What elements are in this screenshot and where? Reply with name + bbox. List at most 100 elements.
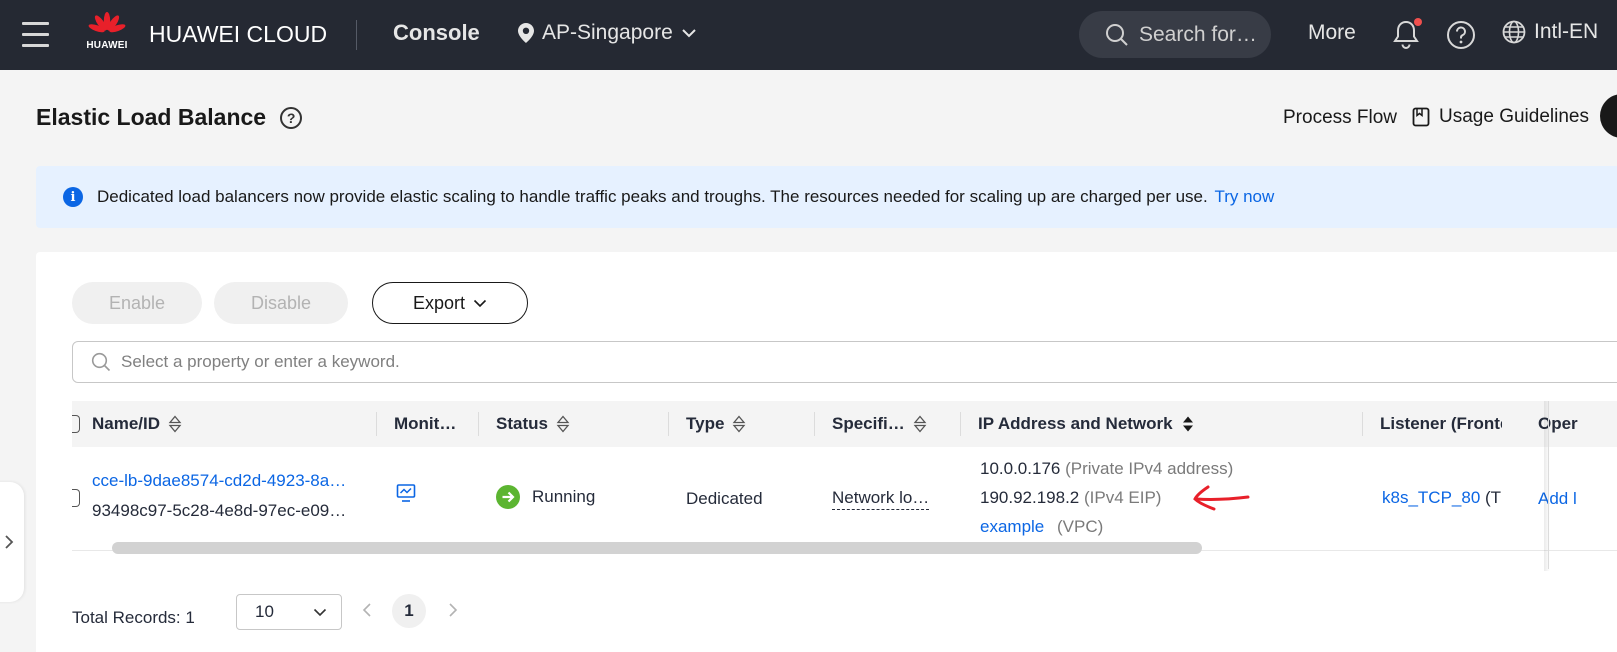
page-title-text: Elastic Load Balance: [36, 104, 267, 130]
info-banner: i Dedicated load balancers now provide e…: [36, 166, 1617, 228]
globe-icon: [1502, 20, 1526, 44]
column-type[interactable]: Type: [686, 401, 746, 447]
notification-dot: [1414, 18, 1422, 26]
search-icon: [91, 352, 111, 372]
column-monitoring[interactable]: Monit…: [394, 401, 456, 447]
status-cell: Running: [496, 485, 595, 509]
eip-value: 190.92.198.2: [980, 488, 1080, 507]
sort-icon[interactable]: [732, 415, 746, 433]
listener-link[interactable]: k8s_TCP_80: [1382, 488, 1480, 507]
previous-page-button[interactable]: [362, 602, 372, 623]
column-listener[interactable]: Listener (Fronte: [1380, 401, 1502, 447]
huawei-logo[interactable]: HUAWEI: [86, 12, 128, 56]
menu-icon[interactable]: [22, 22, 49, 47]
eip-label: (IPv4 EIP): [1084, 488, 1162, 507]
running-status-icon: [496, 485, 520, 509]
column-divider[interactable]: [478, 412, 479, 436]
book-icon: [1412, 107, 1430, 127]
column-divider[interactable]: [960, 412, 961, 436]
eip-line: 190.92.198.2 (IPv4 EIP): [980, 488, 1161, 508]
type-text: Dedicated: [686, 489, 763, 508]
monitor-chart-shape: [396, 484, 416, 502]
private-ip-line: 10.0.0.176 (Private IPv4 address): [980, 459, 1233, 479]
logo-text: HUAWEI: [86, 40, 128, 51]
language-label: Intl-EN: [1534, 20, 1599, 43]
usage-guidelines-label: Usage Guidelines: [1439, 106, 1589, 127]
help-icon[interactable]: ?: [280, 106, 303, 129]
export-label: Export: [412, 292, 466, 313]
help-icon[interactable]: [1446, 20, 1476, 50]
brand-name[interactable]: HUAWEI CLOUD: [149, 21, 327, 48]
global-search[interactable]: Search for…: [1079, 11, 1271, 58]
column-specification-label: Specifi…: [832, 414, 905, 433]
horizontal-scrollbar[interactable]: [112, 542, 1202, 554]
sort-active-icon[interactable]: [1181, 415, 1195, 433]
chevron-down-icon: [313, 608, 327, 616]
column-ip-address[interactable]: IP Address and Network: [978, 401, 1195, 447]
expand-sidebar-tab[interactable]: [0, 482, 24, 602]
sticky-column-shadow: [1544, 401, 1550, 571]
column-type-label: Type: [686, 414, 725, 433]
sort-icon[interactable]: [913, 415, 927, 433]
column-status-label: Status: [496, 414, 548, 433]
column-name-id-label: Name/ID: [92, 414, 161, 433]
console-link[interactable]: Console: [393, 20, 480, 46]
process-flow-link[interactable]: Process Flow: [1283, 107, 1397, 129]
total-records: Total Records: 1: [72, 608, 195, 627]
help-circle: [1447, 21, 1475, 49]
column-divider[interactable]: [376, 412, 377, 436]
chevron-right-icon: [5, 535, 14, 549]
chevron-left-icon: [362, 603, 371, 617]
column-divider[interactable]: [814, 412, 815, 436]
sort-icon[interactable]: [556, 415, 570, 433]
lb-name-link[interactable]: cce-lb-9dae8574-cd2d-4923-8a…: [92, 471, 346, 491]
disable-button[interactable]: Disable: [214, 282, 348, 324]
lb-id: 93498c97-5c28-4e8d-97ec-e09…: [92, 501, 347, 520]
top-navigation-bar: HUAWEI HUAWEI CLOUD Console AP-Singapore…: [0, 0, 1617, 70]
banner-message: Dedicated load balancers now provide ela…: [97, 187, 1208, 206]
vpc-line: example (VPC): [980, 517, 1103, 537]
property-search-input[interactable]: [121, 352, 1021, 372]
page-size-select[interactable]: 10: [236, 594, 342, 630]
listener-protocol: (T: [1485, 488, 1502, 507]
region-selector[interactable]: AP-Singapore: [518, 21, 697, 45]
table-row: cce-lb-9dae8574-cd2d-4923-8a… 93498c97-5…: [72, 447, 1617, 551]
column-specification[interactable]: Specifi…: [832, 401, 927, 447]
property-search-box[interactable]: [72, 341, 1617, 383]
page-number-button[interactable]: 1: [392, 594, 426, 628]
column-ip-address-label: IP Address and Network: [978, 414, 1173, 433]
status-text: Running: [532, 487, 596, 506]
more-menu[interactable]: More: [1308, 21, 1356, 45]
column-divider[interactable]: [1362, 412, 1363, 436]
chevron-down-icon: [473, 299, 487, 307]
global-search-placeholder: Search for…: [1139, 22, 1257, 46]
column-status[interactable]: Status: [496, 401, 570, 447]
try-now-link[interactable]: Try now: [1214, 187, 1274, 206]
column-name-id[interactable]: Name/ID: [92, 401, 182, 447]
sort-icon[interactable]: [168, 415, 182, 433]
vpc-label: (VPC): [1057, 517, 1104, 536]
language-selector[interactable]: Intl-EN: [1502, 20, 1598, 44]
location-pin-icon: [518, 23, 534, 43]
select-all-checkbox[interactable]: [72, 415, 80, 433]
load-balancer-list-card: Enable Disable Export Name/ID Monit… Sta…: [36, 252, 1617, 652]
monitoring-icon[interactable]: [396, 483, 416, 508]
specification-text[interactable]: Network lo…: [832, 488, 930, 510]
bell-icon[interactable]: [1392, 18, 1422, 50]
export-button[interactable]: Export: [372, 282, 528, 324]
column-divider[interactable]: [668, 412, 669, 436]
enable-button[interactable]: Enable: [72, 282, 202, 324]
private-ip-label: (Private IPv4 address): [1065, 459, 1234, 478]
annotation-arrow-icon: [1193, 485, 1250, 511]
page-size-value: 10: [255, 602, 274, 621]
usage-guidelines-link[interactable]: Usage Guidelines: [1412, 106, 1589, 128]
region-label: AP-Singapore: [542, 21, 673, 44]
next-page-button[interactable]: [448, 602, 458, 623]
row-checkbox[interactable]: [72, 489, 80, 507]
search-icon: [1106, 23, 1128, 46]
banner-text: Dedicated load balancers now provide ela…: [97, 187, 1274, 207]
floating-action-button[interactable]: [1600, 94, 1617, 138]
table-header: Name/ID Monit… Status Type Specifi… IP A…: [72, 401, 1617, 447]
vpc-link[interactable]: example: [980, 517, 1044, 536]
chevron-right-icon: [449, 603, 458, 617]
